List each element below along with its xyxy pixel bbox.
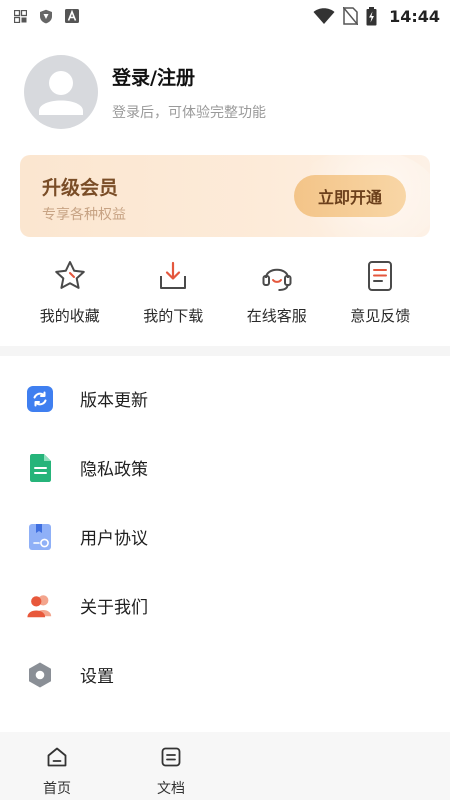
- quick-item-customer-service[interactable]: 在线客服: [225, 258, 329, 332]
- refresh-icon: [26, 385, 54, 413]
- star-icon: [53, 258, 87, 294]
- profile-header[interactable]: 登录/注册 登录后，可体验完整功能: [24, 55, 266, 129]
- quick-label: 我的收藏: [39, 307, 100, 325]
- vip-title: 升级会员: [42, 177, 119, 199]
- nav-home[interactable]: 首页: [0, 732, 114, 800]
- quick-item-downloads[interactable]: 我的下载: [122, 258, 226, 332]
- battery-charging-icon: [366, 6, 377, 26]
- grid-icon: [14, 9, 27, 23]
- login-register-title[interactable]: 登录/注册: [112, 63, 266, 90]
- no-sim-icon: [343, 7, 359, 25]
- menu-label: 设置: [80, 667, 114, 687]
- wifi-icon: [313, 7, 335, 25]
- avatar[interactable]: [24, 55, 98, 129]
- docs-icon: [160, 746, 182, 772]
- quick-actions: 我的收藏 我的下载 在线客服 意见反馈: [18, 258, 432, 332]
- users-icon: [26, 592, 54, 620]
- menu-label: 隐私政策: [80, 460, 148, 480]
- download-icon: [156, 258, 190, 294]
- status-left: [14, 9, 79, 24]
- bottom-nav: 首页 文档: [0, 732, 450, 800]
- menu-item-privacy-policy[interactable]: 隐私政策: [0, 433, 450, 502]
- quick-label: 在线客服: [246, 307, 307, 325]
- vip-upgrade-card[interactable]: 升级会员 专享各种权益 立即开通: [20, 155, 430, 237]
- status-bar: 14:44: [0, 0, 450, 32]
- settings-hexagon-icon: [26, 661, 54, 689]
- document-icon: [26, 453, 54, 482]
- profile-text: 登录/注册 登录后，可体验完整功能: [112, 63, 266, 122]
- nav-label: 首页: [43, 781, 71, 797]
- vip-subtitle: 专享各种权益: [42, 207, 126, 223]
- quick-item-favorites[interactable]: 我的收藏: [18, 258, 122, 332]
- menu-item-settings[interactable]: 设置: [0, 640, 450, 709]
- nav-docs[interactable]: 文档: [114, 732, 228, 800]
- menu-label: 用户协议: [80, 529, 148, 549]
- open-vip-button[interactable]: 立即开通: [294, 175, 406, 217]
- menu-label: 版本更新: [80, 391, 148, 411]
- agreement-icon: [26, 523, 54, 551]
- menu-label: 关于我们: [80, 598, 148, 618]
- status-time: 14:44: [389, 6, 440, 26]
- settings-menu: 版本更新 隐私政策 用户协议 关于我们 设置: [0, 364, 450, 709]
- nav-label: 文档: [157, 781, 185, 797]
- quick-label: 我的下载: [143, 307, 204, 325]
- menu-item-about-us[interactable]: 关于我们: [0, 571, 450, 640]
- menu-item-version-update[interactable]: 版本更新: [0, 364, 450, 433]
- headset-icon: [260, 258, 294, 294]
- menu-item-user-agreement[interactable]: 用户协议: [0, 502, 450, 571]
- quick-label: 意见反馈: [350, 307, 411, 325]
- feedback-icon: [363, 258, 397, 294]
- home-icon: [46, 746, 68, 772]
- quick-item-feedback[interactable]: 意见反馈: [329, 258, 433, 332]
- user-avatar-icon: [24, 55, 98, 129]
- font-a-icon: [65, 9, 79, 23]
- shield-icon: [39, 9, 53, 24]
- section-divider: [0, 346, 450, 356]
- login-subtitle: 登录后，可体验完整功能: [112, 104, 266, 121]
- status-right: 14:44: [313, 6, 440, 26]
